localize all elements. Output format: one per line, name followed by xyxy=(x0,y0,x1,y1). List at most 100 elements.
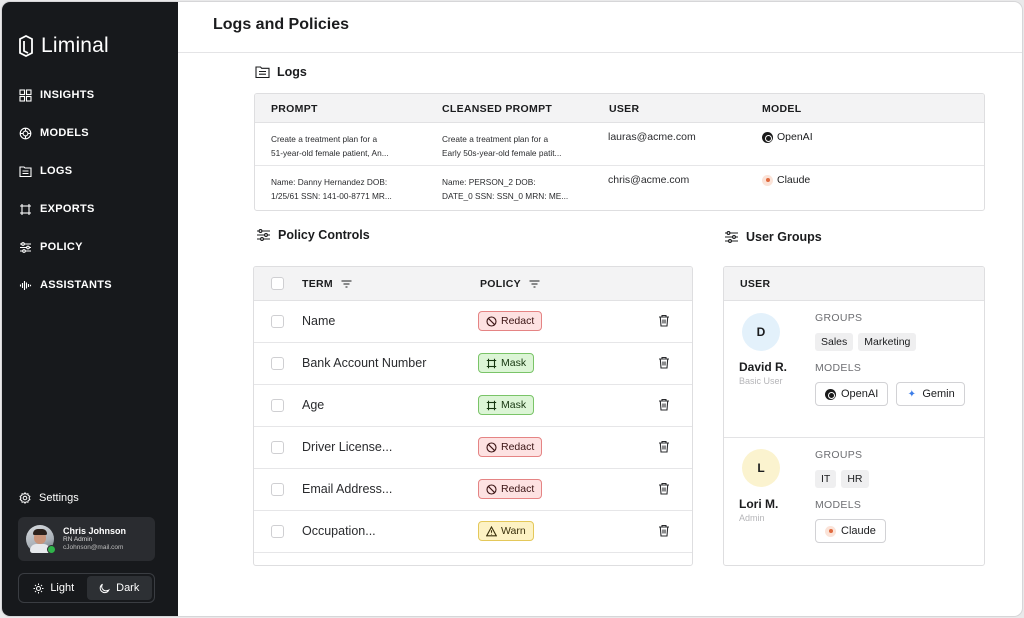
trash-icon[interactable] xyxy=(658,524,670,537)
sliders-icon xyxy=(257,229,270,241)
sidebar-nav: INSIGHTS MODELS LOGS EXPORTS POLICY ASSI… xyxy=(19,76,169,304)
page-header: Logs and Policies xyxy=(178,2,1022,53)
row-checkbox[interactable] xyxy=(271,525,284,538)
row-checkbox[interactable] xyxy=(271,399,284,412)
sidebar-item-exports[interactable]: EXPORTS xyxy=(19,190,169,228)
prompt-text: 51-year-old female patient, An... xyxy=(271,148,389,158)
policy-label: Redact xyxy=(501,441,535,453)
grid-icon xyxy=(19,88,32,102)
policy-label: Warn xyxy=(501,525,526,537)
table-row: Email Address... Redact xyxy=(254,469,692,511)
user-group-card[interactable]: D David R. Basic User GROUPS Sales Marke… xyxy=(724,302,984,438)
theme-toggle: Light Dark xyxy=(18,573,155,603)
column-header-prompt: PROMPT xyxy=(271,103,318,115)
exports-icon xyxy=(20,203,31,215)
column-header-cleansed-prompt: CLEANSED PROMPT xyxy=(442,103,553,115)
user-email: cJohnson@mail.com xyxy=(63,544,124,551)
user-avatar: L xyxy=(742,449,780,487)
term-name: Driver License... xyxy=(302,440,393,454)
group-chip: Marketing xyxy=(858,333,917,351)
prohibited-icon xyxy=(486,441,497,453)
trash-icon[interactable] xyxy=(658,482,670,495)
table-row: Name Redact xyxy=(254,301,692,343)
column-header-policy: POLICY xyxy=(480,278,540,290)
model-chips: OpenAI ✦ Gemin xyxy=(815,382,965,406)
logo: Liminal xyxy=(18,34,109,58)
policy-badge-redact[interactable]: Redact xyxy=(478,479,543,499)
term-name: Email Address... xyxy=(302,482,393,496)
trash-icon[interactable] xyxy=(658,398,670,411)
policy-badge-mask[interactable]: Mask xyxy=(478,395,535,415)
user-name: Lori M. xyxy=(739,497,779,511)
settings-link[interactable]: Settings xyxy=(19,492,79,504)
sidebar-item-label: LOGS xyxy=(40,165,73,177)
row-checkbox[interactable] xyxy=(271,483,284,496)
policy-badge-mask[interactable]: Mask xyxy=(478,353,535,373)
light-label: Light xyxy=(50,582,75,594)
filter-icon[interactable] xyxy=(529,280,540,288)
model-chip-gemini[interactable]: ✦ Gemin xyxy=(896,382,965,406)
policy-title: Policy Controls xyxy=(278,228,370,242)
policy-label: Redact xyxy=(501,315,535,327)
select-all-checkbox[interactable] xyxy=(271,277,284,290)
policy-badge-redact[interactable]: Redact xyxy=(478,437,543,457)
sidebar-item-policy[interactable]: POLICY xyxy=(19,228,169,266)
sidebar-item-models[interactable]: MODELS xyxy=(19,114,169,152)
models-label: MODELS xyxy=(815,362,862,374)
column-header-user: USER xyxy=(609,103,640,115)
user-group-card[interactable]: L Lori M. Admin GROUPS IT HR MODELS Clau… xyxy=(724,438,984,565)
term-name: Bank Account Number xyxy=(302,356,427,370)
logs-title: Logs xyxy=(277,65,307,79)
dark-theme-button[interactable]: Dark xyxy=(86,576,152,600)
user-groups-section-title: User Groups xyxy=(724,230,822,244)
trash-icon[interactable] xyxy=(658,440,670,453)
cleansed-prompt-cell: Create a treatment plan for a Early 50s-… xyxy=(442,132,602,160)
table-row: Occupation... Warn xyxy=(254,511,692,553)
claude-icon xyxy=(825,525,836,537)
model-cell: OpenAI xyxy=(762,131,813,143)
user-role: Admin xyxy=(739,513,765,523)
user-groups-title: User Groups xyxy=(746,230,822,244)
model-name: Gemin xyxy=(922,388,955,400)
user-groups-panel: USER D David R. Basic User GROUPS Sales … xyxy=(723,266,985,566)
sidebar-item-label: MODELS xyxy=(40,127,89,139)
model-chip-openai[interactable]: OpenAI xyxy=(815,382,889,406)
logs-section-title: Logs xyxy=(255,65,307,79)
sidebar-item-assistants[interactable]: ASSISTANTS xyxy=(19,266,169,304)
group-chip: IT xyxy=(815,470,837,488)
cleansed-text: Create a treatment plan for a xyxy=(442,134,549,144)
waveform-icon xyxy=(19,280,32,290)
model-name: OpenAI xyxy=(841,388,879,400)
sidebar: Liminal INSIGHTS MODELS LOGS EXPORTS POL… xyxy=(2,2,178,616)
table-row[interactable]: Create a treatment plan for a 51-year-ol… xyxy=(255,123,984,166)
user-avatar: D xyxy=(742,313,780,351)
filter-icon[interactable] xyxy=(341,280,352,288)
light-theme-button[interactable]: Light xyxy=(21,576,87,600)
sidebar-item-insights[interactable]: INSIGHTS xyxy=(19,76,169,114)
prohibited-icon xyxy=(486,315,497,327)
row-checkbox[interactable] xyxy=(271,357,284,370)
row-checkbox[interactable] xyxy=(271,441,284,454)
user-profile-card[interactable]: Chris Johnson RN Admin cJohnson@mail.com xyxy=(18,517,155,561)
sidebar-item-label: POLICY xyxy=(40,241,83,253)
model-name: Claude xyxy=(777,174,811,186)
online-status-icon xyxy=(47,545,56,554)
row-checkbox[interactable] xyxy=(271,315,284,328)
table-row: Driver License... Redact xyxy=(254,427,692,469)
cleansed-prompt-cell: Name: PERSON_2 DOB: DATE_0 SSN: SSN_0 MR… xyxy=(442,175,602,203)
user-name: Chris Johnson xyxy=(63,526,127,536)
group-chip: HR xyxy=(841,470,869,488)
logs-icon xyxy=(19,165,32,177)
model-chip-claude[interactable]: Claude xyxy=(815,519,886,543)
sidebar-item-label: ASSISTANTS xyxy=(40,279,112,291)
trash-icon[interactable] xyxy=(658,356,670,369)
column-header-term: TERM xyxy=(302,278,352,290)
sidebar-item-logs[interactable]: LOGS xyxy=(19,152,169,190)
groups-label: GROUPS xyxy=(815,449,863,461)
policy-badge-warn[interactable]: Warn xyxy=(478,521,534,541)
policy-table-header: TERM POLICY xyxy=(254,267,692,301)
policy-badge-redact[interactable]: Redact xyxy=(478,311,543,331)
trash-icon[interactable] xyxy=(658,314,670,327)
column-header-model: MODEL xyxy=(762,103,802,115)
table-row[interactable]: Name: Danny Hernandez DOB: 1/25/61 SSN: … xyxy=(255,166,984,209)
